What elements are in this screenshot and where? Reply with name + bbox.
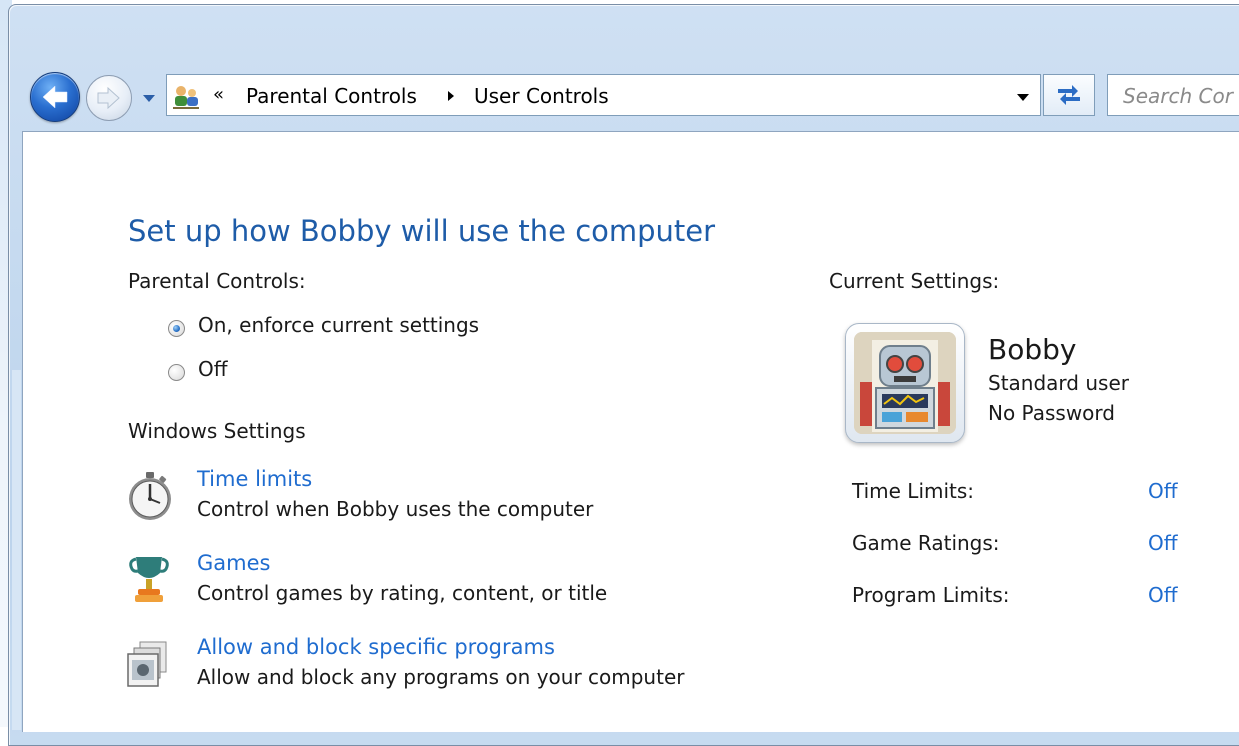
program-limits-status-label: Program Limits:	[852, 583, 1010, 607]
avatar	[845, 323, 965, 443]
trophy-icon	[129, 557, 169, 602]
games-description: Control games by rating, content, or tit…	[197, 581, 608, 605]
page-title: Set up how Bobby will use the computer	[128, 214, 716, 248]
breadcrumb-user-controls[interactable]: User Controls	[474, 84, 609, 108]
programs-icon	[127, 641, 167, 687]
games-link[interactable]: Games	[197, 551, 270, 575]
forward-button[interactable]	[86, 75, 132, 121]
allow-block-programs-description: Allow and block any programs on your com…	[197, 665, 685, 689]
radio-off[interactable]	[168, 364, 185, 381]
search-placeholder: Search Cor	[1123, 84, 1233, 108]
game-ratings-status-label: Game Ratings:	[852, 531, 1000, 555]
time-limits-status-label: Time Limits:	[852, 479, 975, 503]
game-ratings-status-value[interactable]: Off	[1148, 531, 1178, 555]
allow-block-programs-link[interactable]: Allow and block specific programs	[197, 635, 555, 659]
breadcrumb-separator-icon[interactable]	[446, 90, 456, 102]
parental-controls-label: Parental Controls:	[128, 269, 306, 293]
back-arrow-icon	[42, 85, 68, 109]
user-account-type: Standard user	[988, 371, 1129, 395]
address-dropdown-icon[interactable]	[1016, 92, 1030, 102]
radio-off-label[interactable]: Off	[198, 357, 228, 381]
stopwatch-icon	[129, 472, 171, 520]
radio-on-label[interactable]: On, enforce current settings	[198, 313, 479, 337]
robot-avatar-icon	[854, 332, 956, 434]
windows-settings-heading: Windows Settings	[128, 419, 306, 443]
refresh-icon	[1058, 85, 1080, 105]
forward-arrow-icon	[97, 86, 120, 110]
time-limits-status-value[interactable]: Off	[1148, 479, 1178, 503]
navigation-pane-edge	[12, 370, 21, 730]
recent-pages-dropdown-icon[interactable]	[142, 91, 156, 105]
parental-controls-location-icon	[173, 86, 199, 109]
address-bar[interactable]: « Parental Controls User Controls	[166, 74, 1041, 116]
time-limits-link[interactable]: Time limits	[197, 467, 312, 491]
search-box[interactable]: Search Cor	[1107, 74, 1239, 116]
program-limits-status-value[interactable]: Off	[1148, 583, 1178, 607]
refresh-button[interactable]	[1043, 74, 1095, 116]
current-settings-heading: Current Settings:	[829, 269, 1000, 293]
radio-on-enforce[interactable]	[168, 320, 185, 337]
user-password-status: No Password	[988, 401, 1115, 425]
back-button[interactable]	[30, 72, 80, 122]
user-name: Bobby	[988, 333, 1077, 366]
time-limits-description: Control when Bobby uses the computer	[197, 497, 594, 521]
breadcrumb-overflow-chevron[interactable]: «	[213, 84, 224, 105]
breadcrumb-parental-controls[interactable]: Parental Controls	[246, 84, 417, 108]
